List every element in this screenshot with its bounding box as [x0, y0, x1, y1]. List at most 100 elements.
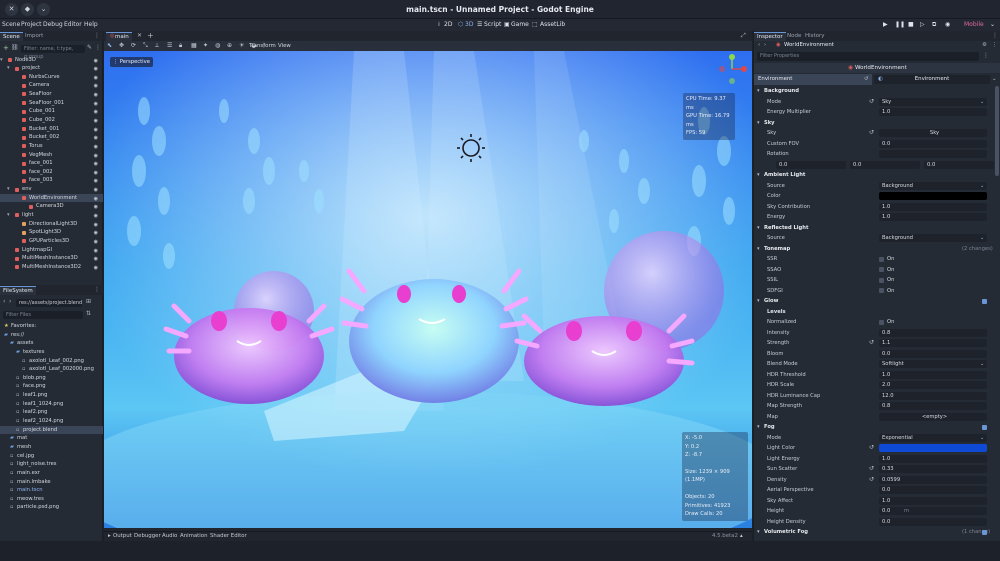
- group-icon[interactable]: ▦: [191, 42, 197, 49]
- perspective-menu[interactable]: ⋮ Perspective: [110, 57, 153, 67]
- section-enable-checkbox[interactable]: [982, 298, 987, 304]
- script-icon[interactable]: ✎: [87, 44, 92, 51]
- property-value-field[interactable]: 0.0: [879, 507, 987, 516]
- inspector-scrollbar[interactable]: [995, 86, 999, 176]
- env-resource[interactable]: Environment: [874, 75, 990, 84]
- mode-3d[interactable]: 3D: [465, 21, 473, 28]
- property-value-field[interactable]: 1.0: [879, 213, 987, 222]
- collapse-arrow-icon[interactable]: ▾: [757, 223, 760, 234]
- expand-arrow-icon[interactable]: ▾: [7, 185, 10, 194]
- pause-icon[interactable]: ❚❚: [895, 21, 905, 28]
- scene-tree-node[interactable]: ▾ project ◉: [0, 64, 103, 73]
- scene-render[interactable]: [64, 51, 784, 561]
- tab-animation[interactable]: Animation: [180, 533, 207, 539]
- collapse-arrow-icon[interactable]: ▾: [757, 527, 760, 538]
- scene-tree-node[interactable]: Bucket_002 ◉: [0, 133, 103, 142]
- subsection-label[interactable]: Levels: [767, 307, 786, 318]
- close-tab-icon[interactable]: ✕: [137, 32, 142, 39]
- inspector-filter-input[interactable]: Filter Properties: [757, 52, 979, 61]
- filesystem-file[interactable]: ▫ main.exr: [0, 469, 103, 478]
- scene-tree-node[interactable]: MultiMeshInstance3D2 ◉: [0, 263, 103, 272]
- property-value-field[interactable]: 0.8: [879, 328, 987, 337]
- menu-view[interactable]: View: [278, 43, 291, 49]
- filesystem-file[interactable]: ▫ project.blend: [0, 425, 103, 435]
- filesystem-file[interactable]: ▫ leaf1_1024.png: [0, 400, 103, 409]
- scene-tree-node[interactable]: face_003 ◉: [0, 176, 103, 185]
- scene-tree-node[interactable]: VegMesh ◉: [0, 151, 103, 160]
- property-checkbox[interactable]: [879, 256, 884, 262]
- property-dropdown[interactable]: Sky: [879, 97, 987, 106]
- scene-tree-node[interactable]: GPUParticles3D ◉: [0, 237, 103, 246]
- tab-debugger[interactable]: Debugger: [134, 533, 161, 539]
- inspected-object[interactable]: WorldEnvironment: [784, 41, 834, 50]
- filesystem-file[interactable]: ▫ particle.psd.png: [0, 503, 103, 512]
- panel-toggle-icon[interactable]: ▴: [740, 533, 743, 539]
- back-icon[interactable]: ‹: [758, 41, 760, 50]
- list-select-icon[interactable]: ☰: [167, 42, 172, 49]
- chevron-down-icon[interactable]: ⌄: [980, 233, 984, 244]
- property-checkbox[interactable]: [879, 288, 884, 293]
- menu-help[interactable]: Help: [84, 21, 98, 28]
- sort-icon[interactable]: ⇅: [86, 310, 91, 317]
- filesystem-filter-input[interactable]: Filter Files: [3, 311, 83, 319]
- visibility-eye-icon[interactable]: ◉: [94, 264, 98, 273]
- tab-import[interactable]: Import: [22, 32, 46, 41]
- scene-tree-node[interactable]: LightmapGI ◉: [0, 246, 103, 255]
- rotation-component-field[interactable]: 0.0: [776, 160, 846, 169]
- filesystem-folder[interactable]: ▰ res://: [0, 331, 103, 340]
- distraction-free-icon[interactable]: ⤢: [741, 32, 746, 40]
- filesystem-file[interactable]: ▫ cel.jpg: [0, 452, 103, 461]
- tab-filesystem[interactable]: FileSystem: [0, 286, 36, 295]
- scene-tree-node[interactable]: SeaFloor ◉: [0, 90, 103, 99]
- move-tool-icon[interactable]: ✥: [119, 42, 124, 49]
- mode-script[interactable]: Script: [484, 21, 501, 28]
- tab-shader-editor[interactable]: Shader Editor: [210, 533, 247, 539]
- dock-menu-icon[interactable]: ⋮: [992, 32, 998, 39]
- revert-icon[interactable]: ↺: [869, 338, 874, 349]
- filesystem-file[interactable]: ▫ main.lmbake: [0, 478, 103, 487]
- filesystem-file[interactable]: ▫ leaf1.png: [0, 391, 103, 400]
- property-checkbox[interactable]: [879, 319, 884, 325]
- section-label[interactable]: Glow: [764, 296, 778, 307]
- property-dropdown[interactable]: Softlight: [879, 360, 987, 369]
- property-dropdown[interactable]: Exponential: [879, 433, 987, 442]
- revert-icon[interactable]: ↺: [869, 475, 874, 486]
- section-label[interactable]: Volumetric Fog: [764, 527, 808, 538]
- rotation-component-field[interactable]: 0.0: [850, 160, 920, 169]
- ruler-icon[interactable]: ⟂: [155, 42, 159, 50]
- dock-menu-icon[interactable]: ⋮: [94, 286, 100, 293]
- revert-icon[interactable]: ↺: [864, 74, 869, 85]
- property-value-field[interactable]: 1.0: [879, 202, 987, 211]
- viewport-3d[interactable]: ⋮ Perspective CPU Time: 9.37 ms GPU Time…: [64, 51, 784, 561]
- scene-tree-node[interactable]: Camera ◉: [0, 81, 103, 90]
- sun-preview-icon[interactable]: ☀: [239, 42, 244, 49]
- property-value-field[interactable]: 2.0: [879, 381, 987, 390]
- renderer-select[interactable]: Mobile: [964, 21, 984, 28]
- menu-project[interactable]: Project: [21, 21, 42, 28]
- property-value-field[interactable]: 0.8: [879, 402, 987, 411]
- local-space-icon[interactable]: ◍: [215, 42, 220, 49]
- mode-2d[interactable]: 2D: [444, 21, 452, 28]
- filesystem-file[interactable]: ▫ meow.tres: [0, 495, 103, 504]
- scene-tree-node[interactable]: Cube_002 ◉: [0, 116, 103, 125]
- tab-inspector[interactable]: Inspector: [754, 32, 786, 41]
- filesystem-folder[interactable]: ▰ assets: [0, 339, 103, 348]
- property-value-field[interactable]: 1.0: [879, 454, 987, 463]
- property-value-field[interactable]: <empty>: [879, 412, 987, 421]
- section-label[interactable]: Ambient Light: [764, 170, 805, 181]
- expand-arrow-icon[interactable]: ▾: [0, 56, 3, 65]
- revert-icon[interactable]: ↺: [869, 97, 874, 108]
- color-picker-swatch[interactable]: [879, 192, 987, 201]
- tab-output[interactable]: Output: [113, 533, 132, 539]
- property-value-field[interactable]: 1.0: [879, 496, 987, 505]
- collapse-arrow-icon[interactable]: ▾: [757, 422, 760, 433]
- chevron-down-icon[interactable]: ⌄: [980, 433, 984, 444]
- scene-tree-node[interactable]: Cube_001 ◉: [0, 107, 103, 116]
- chevron-down-icon[interactable]: ⌄: [980, 359, 984, 370]
- filesystem-folder[interactable]: ▰ mesh: [0, 443, 103, 452]
- property-value-field[interactable]: 1.0: [879, 370, 987, 379]
- collapse-arrow-icon[interactable]: ▾: [757, 296, 760, 307]
- menu-editor[interactable]: Editor: [64, 21, 82, 28]
- filesystem-file[interactable]: ▫ leaf2_1024.png: [0, 417, 103, 426]
- tab-history[interactable]: History: [802, 32, 828, 41]
